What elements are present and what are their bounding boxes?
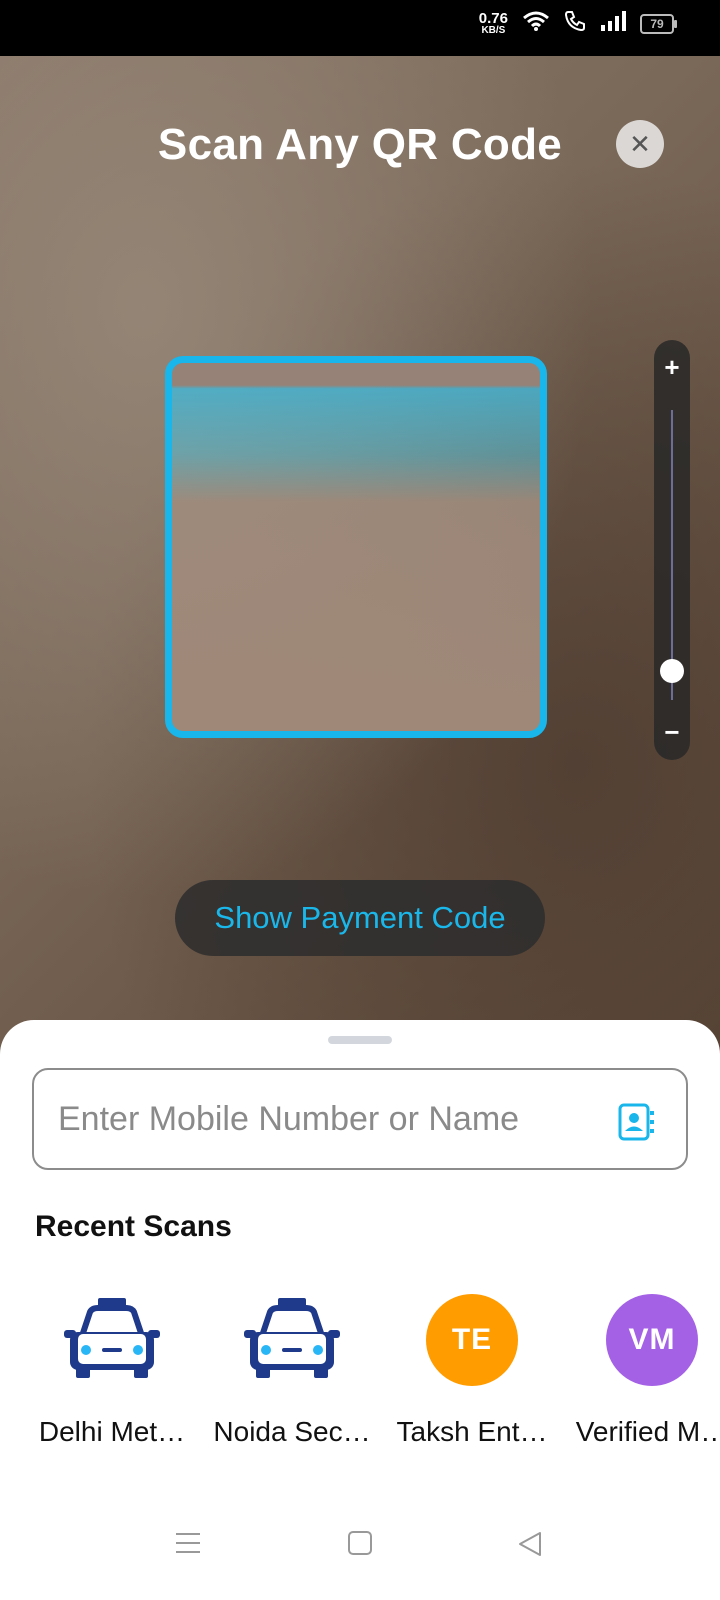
call-icon xyxy=(564,10,586,37)
page-title: Scan Any QR Code xyxy=(157,120,563,169)
search-field[interactable] xyxy=(32,1068,688,1170)
menu-icon[interactable] xyxy=(174,1530,202,1561)
recent-scan-label: Verified M… xyxy=(575,1416,720,1447)
taxi-icon xyxy=(244,1296,340,1385)
recent-scan-label: Taksh Ent… xyxy=(396,1416,548,1447)
status-icons: 0.76 KB/S 79 xyxy=(479,10,677,37)
status-bar: 0.76 KB/S 79 xyxy=(0,0,720,56)
battery-icon: 79 xyxy=(640,13,677,34)
close-icon: ✕ xyxy=(629,128,651,159)
recent-scan-label: Delhi Met… xyxy=(38,1416,186,1447)
net-speed-unit: KB/S xyxy=(481,25,506,36)
net-speed-value: 0.76 xyxy=(478,10,508,27)
recent-scan-label: Noida Sec… xyxy=(213,1416,371,1447)
qr-scan-frame xyxy=(165,356,547,738)
home-icon[interactable] xyxy=(346,1530,374,1561)
wifi-icon xyxy=(522,10,550,37)
zoom-out-button[interactable]: − xyxy=(654,717,690,748)
recent-scan-taksh[interactable]: TE Taksh Ent… xyxy=(382,1290,562,1448)
close-button[interactable]: ✕ xyxy=(616,120,664,168)
recent-scan-noida-sector[interactable]: Noida Sec… xyxy=(202,1290,382,1448)
show-payment-code-button[interactable]: Show Payment Code xyxy=(175,880,545,956)
contacts-book-icon[interactable] xyxy=(616,1102,656,1147)
sheet-drag-handle[interactable] xyxy=(328,1036,392,1044)
signal-icon xyxy=(600,11,626,36)
search-input[interactable] xyxy=(56,1098,580,1140)
recent-scan-verified[interactable]: VM Verified M… xyxy=(562,1290,720,1448)
back-icon[interactable] xyxy=(516,1530,544,1563)
avatar: TE xyxy=(426,1294,518,1386)
zoom-track-line xyxy=(671,410,673,700)
recent-scans-heading: Recent Scans xyxy=(35,1210,232,1243)
zoom-slider[interactable]: + − xyxy=(654,340,690,760)
zoom-slider-handle[interactable] xyxy=(660,659,684,683)
system-nav-bar xyxy=(0,1510,720,1600)
taxi-icon xyxy=(64,1296,160,1385)
zoom-in-button[interactable]: + xyxy=(654,352,690,383)
recent-scan-delhi-metro[interactable]: Delhi Met… xyxy=(22,1290,202,1448)
network-speed: 0.76 KB/S xyxy=(479,11,508,36)
avatar: VM xyxy=(606,1294,698,1386)
recent-scans-list: Delhi Met… Noida Sec… TE Taksh Ent… VM V… xyxy=(0,1290,720,1470)
